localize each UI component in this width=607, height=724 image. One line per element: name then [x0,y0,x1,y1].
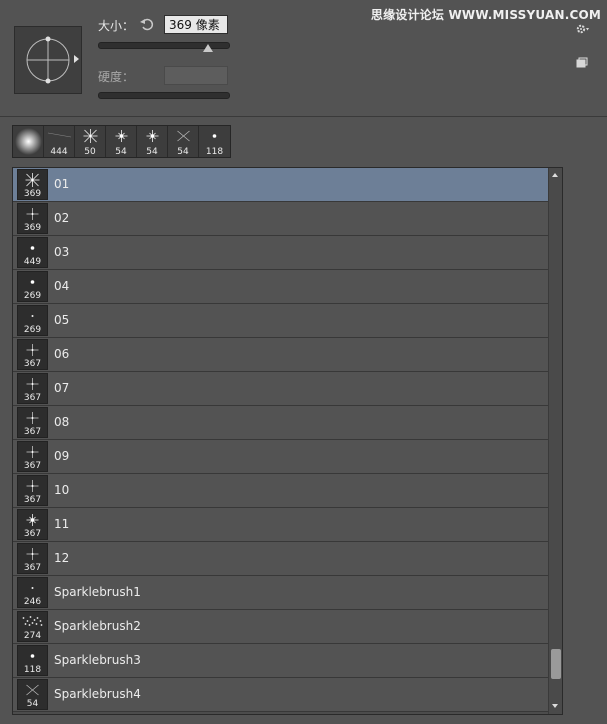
hardness-slider[interactable] [98,92,230,99]
brush-name: 01 [54,177,70,191]
brush-size-label: 246 [23,597,42,607]
brush-size-label: 449 [23,257,42,267]
brush-name: 06 [54,347,70,361]
brush-preset-row[interactable]: 367 07 [13,372,548,406]
recent-brush-size: 54 [177,147,189,157]
brush-preset-row[interactable]: 369 01 [13,168,548,202]
brush-preset-row[interactable]: 118 Sparklebrush3 [13,644,548,678]
recent-brush-item[interactable]: 118 [199,126,230,157]
brush-preset-row[interactable]: 369 02 [13,202,548,236]
brush-name: 03 [54,245,70,259]
recent-brush-size: 54 [146,147,158,157]
brush-name: 07 [54,381,70,395]
brush-angle-preview-icon[interactable] [14,26,82,94]
brush-size-label: 367 [23,359,42,369]
scroll-down-arrow-icon[interactable] [552,704,558,708]
brush-size-label: 367 [23,495,42,505]
brush-thumbnail: 269 [17,271,48,302]
brush-preset-row[interactable]: 274 Sparklebrush2 [13,610,548,644]
hardness-label: 硬度： [98,70,135,84]
brush-size-label: 367 [23,563,42,573]
brush-thumbnail: 367 [17,441,48,472]
brush-list-rows: 369 01 369 02 449 03 269 04 269 05 367 06 367 07 367 08… [13,168,548,712]
brush-thumbnail: 367 [17,407,48,438]
brush-preset-row[interactable]: 269 05 [13,304,548,338]
brush-size-label: 367 [23,529,42,539]
brush-options-header: 思缘设计论坛 WWW.MISSYUAN.COM 大小： 369 像素 硬度： [0,0,607,117]
brush-size-label: 367 [23,427,42,437]
brush-preset-row[interactable]: 246 Sparklebrush1 [13,576,548,610]
brush-name: 02 [54,211,70,225]
brush-thumbnail: 367 [17,509,48,540]
brush-name: 10 [54,483,70,497]
watermark: 思缘设计论坛 WWW.MISSYUAN.COM [370,8,601,22]
recent-brush-size: 54 [115,147,127,157]
brush-preset-list: 369 01 369 02 449 03 269 04 269 05 367 06 367 07 367 08… [12,167,563,715]
brush-thumbnail: 54 [17,679,48,710]
brush-thumbnail: 274 [17,611,48,642]
brush-name: 09 [54,449,70,463]
brush-size-label: 274 [23,631,42,641]
brush-thumbnail: 269 [17,305,48,336]
recent-brush-size: 444 [50,147,68,157]
brush-size-label: 269 [23,325,42,335]
gear-icon[interactable] [576,20,590,34]
brush-size-label: 269 [23,291,42,301]
brush-thumbnail: 367 [17,475,48,506]
size-input[interactable]: 369 像素 [164,15,228,34]
brush-name: Sparklebrush1 [54,585,141,599]
recent-brush-size: 118 [205,147,224,157]
brush-preset-row[interactable]: 367 11 [13,508,548,542]
recent-brush-item[interactable]: 444 [44,126,75,157]
recent-brush-item[interactable]: 54 [106,126,137,157]
brush-name: Sparklebrush3 [54,653,141,667]
scrollbar[interactable] [548,168,562,714]
brush-preset-row[interactable]: 449 03 [13,236,548,270]
recent-brushes-bar: 444 50 54 54 54 118 [12,125,231,158]
brush-thumbnail: 449 [17,237,48,268]
brush-thumbnail: 246 [17,577,48,608]
brush-name: 05 [54,313,70,327]
brush-thumbnail: 367 [17,339,48,370]
brush-preset-row[interactable]: 269 04 [13,270,548,304]
brush-preset-row[interactable]: 367 10 [13,474,548,508]
brush-size-label: 118 [23,665,42,675]
new-preset-icon[interactable] [576,54,588,68]
scrollbar-thumb[interactable] [551,649,561,679]
brush-name: 11 [54,517,70,531]
brush-size-label: 369 [23,223,42,233]
brush-preset-row[interactable]: 54 Sparklebrush4 [13,678,548,712]
recent-brush-item[interactable]: 50 [75,126,106,157]
brush-name: 04 [54,279,70,293]
brush-preset-row[interactable]: 367 06 [13,338,548,372]
size-slider-thumb[interactable] [202,44,213,52]
scroll-up-arrow-icon[interactable] [552,173,558,177]
reset-icon[interactable] [139,16,155,32]
brush-thumbnail: 367 [17,373,48,404]
brush-thumbnail: 369 [17,169,48,200]
recent-brush-item[interactable]: 54 [168,126,199,157]
brush-preset-row[interactable]: 367 08 [13,406,548,440]
brush-size-label: 367 [23,393,42,403]
brush-tip-icon [15,128,42,155]
brush-name: 12 [54,551,70,565]
hardness-input[interactable] [164,66,228,85]
recent-brush-size: 50 [84,147,96,157]
brush-size-label: 54 [26,699,39,709]
flip-arrow-icon[interactable] [74,55,79,63]
size-label: 大小： [98,19,135,33]
brush-preset-row[interactable]: 367 09 [13,440,548,474]
brush-name: Sparklebrush2 [54,619,141,633]
brush-size-label: 369 [23,189,42,199]
brush-name: Sparklebrush4 [54,687,141,701]
brush-preset-row[interactable]: 367 12 [13,542,548,576]
brush-thumbnail: 118 [17,645,48,676]
recent-brush-item[interactable]: 54 [137,126,168,157]
recent-brush-item[interactable] [13,126,44,157]
brush-name: 08 [54,415,70,429]
brush-thumbnail: 369 [17,203,48,234]
brush-thumbnail: 367 [17,543,48,574]
brush-size-label: 367 [23,461,42,471]
